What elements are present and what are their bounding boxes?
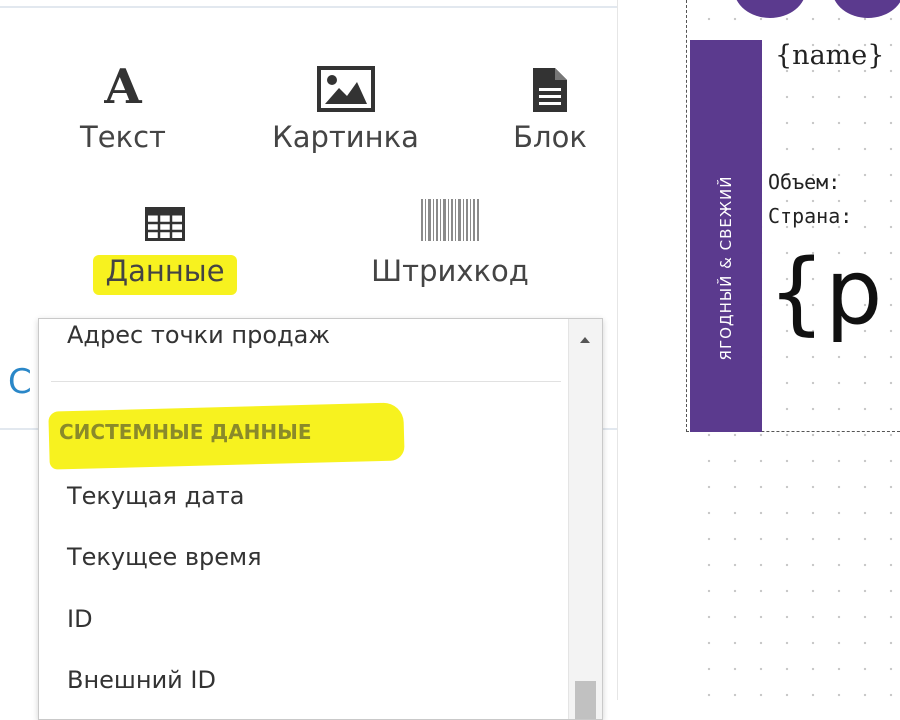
section-title-partial: C [8, 362, 32, 402]
dropdown-separator [51, 381, 561, 382]
tool-barcode-label: Штрихкод [371, 254, 529, 288]
dropdown-option-sales-point-address[interactable]: Адрес точки продаж [67, 319, 330, 351]
country-label[interactable]: Страна: [768, 204, 852, 228]
tool-image-label: Картинка [272, 120, 419, 154]
name-placeholder[interactable]: {name} [775, 40, 884, 71]
brand-strip-text: ЯГОДНЫЙ & СВЕЖИЙ [717, 175, 735, 361]
scrollbar-thumb[interactable] [575, 681, 596, 719]
tool-barcode[interactable]: Штрихкод [350, 195, 550, 289]
data-field-dropdown[interactable]: Адрес точки продаж СИСТЕМНЫЕ ДАННЫЕ Теку… [38, 318, 603, 720]
dropdown-option-current-time[interactable]: Текущее время [67, 541, 262, 573]
tool-text-label: Текст [80, 120, 166, 154]
dropdown-scrollbar[interactable] [568, 319, 602, 719]
tool-image[interactable]: Картинка [258, 60, 433, 155]
panel-divider [617, 0, 618, 700]
document-icon [495, 60, 605, 112]
tool-data[interactable]: Данные [70, 195, 260, 295]
volume-label[interactable]: Объем: [768, 170, 840, 194]
price-placeholder[interactable]: {p [768, 238, 882, 348]
label-border-left [686, 0, 687, 432]
tool-block[interactable]: Блок [495, 60, 605, 155]
panel-top-divider [0, 6, 617, 8]
image-icon [258, 60, 433, 112]
dropdown-group-label: СИСТЕМНЫЕ ДАННЫЕ [59, 420, 312, 444]
dropdown-option-external-id[interactable]: Внешний ID [67, 664, 216, 696]
tool-block-label: Блок [513, 120, 587, 154]
dropdown-option-id[interactable]: ID [67, 603, 93, 635]
barcode-icon [350, 195, 550, 241]
tool-data-label: Данные [93, 254, 237, 295]
table-icon [70, 195, 260, 241]
dropdown-option-current-date[interactable]: Текущая дата [67, 480, 245, 512]
tool-text[interactable]: A Текст [58, 60, 188, 155]
scroll-up-arrow-icon[interactable] [580, 337, 590, 343]
letter-a-icon: A [104, 59, 142, 115]
